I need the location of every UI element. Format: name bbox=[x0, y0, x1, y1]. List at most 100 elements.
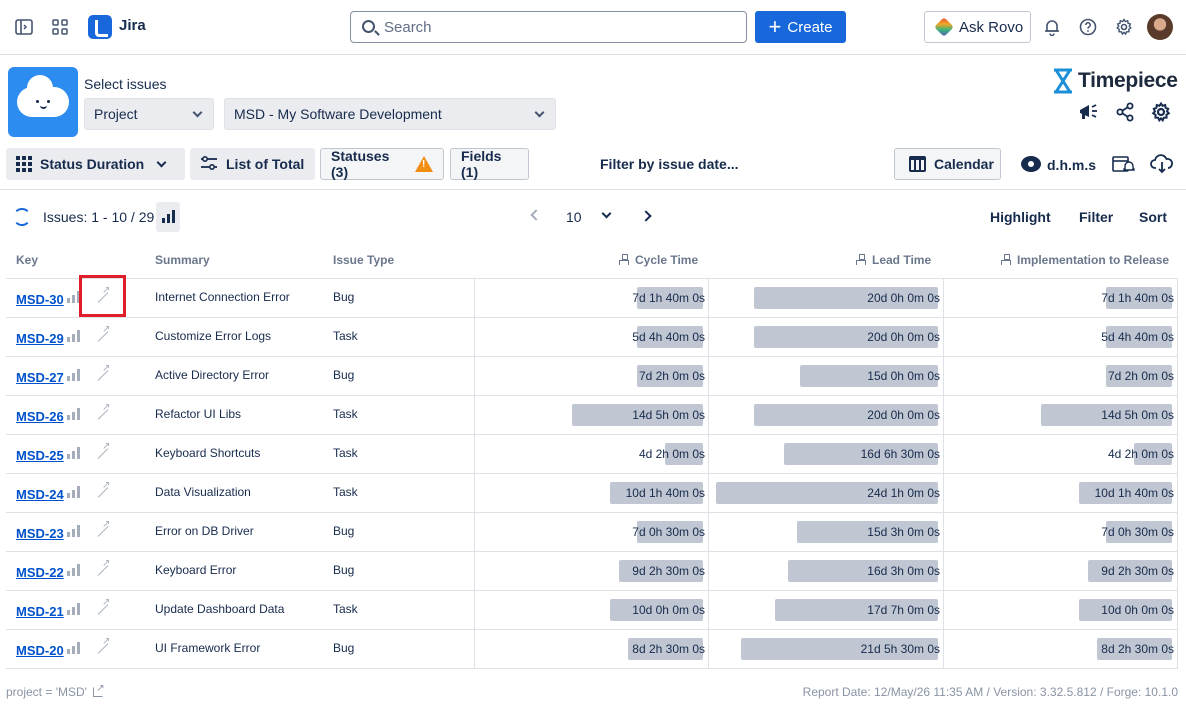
timepiece-settings-gear-icon[interactable] bbox=[1147, 98, 1175, 126]
expand-arrows-icon[interactable] bbox=[94, 636, 112, 658]
cycle-duration-value: 7d 0h 30m 0s bbox=[632, 525, 705, 539]
issue-key-link[interactable]: MSD-27 bbox=[16, 370, 64, 385]
expand-arrows-icon[interactable] bbox=[94, 324, 112, 346]
calendar-button[interactable]: Calendar bbox=[894, 148, 1001, 180]
hierarchy-icon bbox=[1001, 254, 1011, 265]
refresh-icon[interactable] bbox=[13, 208, 31, 226]
issue-summary: Refactor UI Libs bbox=[155, 407, 242, 421]
user-avatar[interactable] bbox=[1147, 14, 1173, 40]
app-cloud-logo bbox=[8, 67, 78, 137]
column-header-key[interactable]: Key bbox=[16, 253, 38, 267]
expand-arrows-icon[interactable] bbox=[94, 597, 112, 619]
impl-duration-value: 10d 1h 40m 0s bbox=[1094, 486, 1174, 500]
list-of-total-button[interactable]: List of Total bbox=[190, 148, 315, 180]
issue-key-link[interactable]: MSD-21 bbox=[16, 604, 64, 619]
ask-rovo-button[interactable]: Ask Rovo bbox=[924, 11, 1031, 43]
bar-chart-icon[interactable] bbox=[67, 603, 80, 615]
lead-duration-value: 20d 0h 0m 0s bbox=[867, 330, 940, 344]
chevron-down-icon[interactable] bbox=[601, 208, 612, 219]
bar-chart-icon[interactable] bbox=[67, 525, 80, 537]
announcement-megaphone-icon[interactable] bbox=[1075, 98, 1103, 126]
time-format-toggle[interactable]: d.h.m.s bbox=[1047, 157, 1096, 173]
cloud-icon bbox=[17, 75, 69, 117]
bar-chart-icon[interactable] bbox=[67, 564, 80, 576]
project-dropdown-value: MSD - My Software Development bbox=[234, 106, 442, 122]
expand-arrows-icon[interactable] bbox=[94, 519, 112, 541]
expand-arrows-icon[interactable] bbox=[94, 558, 112, 580]
project-dropdown[interactable]: MSD - My Software Development bbox=[224, 98, 556, 130]
expand-arrows-icon[interactable] bbox=[94, 441, 112, 463]
filter-button[interactable]: Filter bbox=[1079, 209, 1113, 225]
scope-dropdown-value: Project bbox=[94, 106, 138, 122]
issue-key-link[interactable]: MSD-25 bbox=[16, 448, 64, 463]
bar-chart-icon[interactable] bbox=[67, 642, 80, 654]
toolbar-divider bbox=[0, 189, 1186, 190]
column-header-lead-time[interactable]: Lead Time bbox=[856, 253, 931, 267]
filter-by-issue-date-button[interactable]: Filter by issue date... bbox=[600, 156, 739, 172]
create-button[interactable]: + Create bbox=[755, 11, 846, 43]
lead-duration-value: 15d 0h 0m 0s bbox=[867, 369, 940, 383]
app-switcher-icon[interactable] bbox=[46, 13, 74, 41]
issue-key-link[interactable]: MSD-30 bbox=[16, 292, 64, 307]
statuses-button[interactable]: Statuses (3) bbox=[320, 148, 444, 180]
expand-arrows-icon[interactable] bbox=[94, 402, 112, 424]
issue-summary: Error on DB Driver bbox=[155, 524, 254, 538]
jql-query-text: project = 'MSD' bbox=[6, 685, 87, 699]
issue-key-link[interactable]: MSD-23 bbox=[16, 526, 64, 541]
bar-chart-icon[interactable] bbox=[67, 486, 80, 498]
column-header-cycle-time[interactable]: Cycle Time bbox=[619, 253, 698, 267]
expand-arrows-icon[interactable] bbox=[94, 480, 112, 502]
column-header-implementation-to-release[interactable]: Implementation to Release bbox=[1001, 253, 1169, 267]
status-duration-button[interactable]: Status Duration bbox=[6, 148, 185, 180]
bar-chart-icon[interactable] bbox=[67, 408, 80, 420]
issue-summary: Keyboard Error bbox=[155, 563, 237, 577]
bar-chart-icon[interactable] bbox=[67, 330, 80, 342]
share-icon[interactable] bbox=[1111, 98, 1139, 126]
page-size-value[interactable]: 10 bbox=[566, 209, 582, 225]
issue-type: Bug bbox=[333, 563, 355, 577]
sort-button[interactable]: Sort bbox=[1139, 209, 1167, 225]
jira-logo-icon[interactable] bbox=[88, 15, 112, 39]
impl-duration-value: 7d 0h 30m 0s bbox=[1101, 525, 1174, 539]
highlight-button[interactable]: Highlight bbox=[990, 209, 1051, 225]
sidebar-toggle-icon[interactable] bbox=[10, 13, 38, 41]
issue-key-link[interactable]: MSD-20 bbox=[16, 643, 64, 658]
app-name[interactable]: Jira bbox=[119, 17, 146, 34]
column-header-summary[interactable]: Summary bbox=[155, 253, 210, 267]
table-row: MSD-21 Update Dashboard Data Task 10d 0h 0m… bbox=[6, 591, 1178, 630]
search-input[interactable]: Search bbox=[350, 11, 747, 43]
issue-key-link[interactable]: MSD-22 bbox=[16, 565, 64, 580]
impl-duration-value: 4d 2h 0m 0s bbox=[1107, 447, 1174, 461]
cloud-download-icon[interactable] bbox=[1148, 150, 1176, 178]
select-issues-label: Select issues bbox=[84, 76, 167, 92]
annotation-highlight-box bbox=[79, 275, 126, 317]
scope-dropdown[interactable]: Project bbox=[84, 98, 214, 130]
cycle-duration-value: 7d 1h 40m 0s bbox=[632, 291, 705, 305]
bar-chart-icon[interactable] bbox=[67, 447, 80, 459]
timepiece-brand-name: Timepiece bbox=[1078, 69, 1178, 92]
column-header-issue-type[interactable]: Issue Type bbox=[333, 253, 394, 267]
notifications-bell-icon[interactable] bbox=[1038, 13, 1066, 41]
table-row: MSD-23 Error on DB Driver Bug 7d 0h 30m 0s 1… bbox=[6, 513, 1178, 552]
statuses-label: Statuses (3) bbox=[331, 148, 390, 180]
settings-gear-icon[interactable] bbox=[1110, 13, 1138, 41]
fields-button[interactable]: Fields (1) bbox=[450, 148, 529, 180]
bar-chart-icon[interactable] bbox=[67, 369, 80, 381]
top-navigation-bar: Jira Search + Create Ask Rovo bbox=[0, 0, 1186, 55]
bar-chart-toggle-button[interactable] bbox=[156, 202, 180, 232]
table-row: MSD-27 Active Directory Error Bug 7d 2h 0m … bbox=[6, 357, 1178, 396]
previous-page-icon[interactable] bbox=[530, 209, 542, 221]
next-page-icon[interactable] bbox=[640, 210, 652, 222]
jql-query-link[interactable]: project = 'MSD' ↗ bbox=[6, 683, 105, 699]
search-placeholder: Search bbox=[384, 19, 432, 36]
issue-key-link[interactable]: MSD-26 bbox=[16, 409, 64, 424]
expand-arrows-icon[interactable] bbox=[94, 363, 112, 385]
issue-key-link[interactable]: MSD-29 bbox=[16, 331, 64, 346]
eye-icon[interactable] bbox=[1021, 156, 1041, 172]
issue-key-link[interactable]: MSD-24 bbox=[16, 487, 64, 502]
issue-type: Bug bbox=[333, 524, 355, 538]
calendar-alert-icon[interactable] bbox=[1110, 150, 1138, 178]
lead-duration-value: 16d 3h 0m 0s bbox=[867, 564, 940, 578]
help-icon[interactable] bbox=[1074, 13, 1102, 41]
issues-count: Issues: 1 - 10 / 29 bbox=[43, 209, 155, 225]
